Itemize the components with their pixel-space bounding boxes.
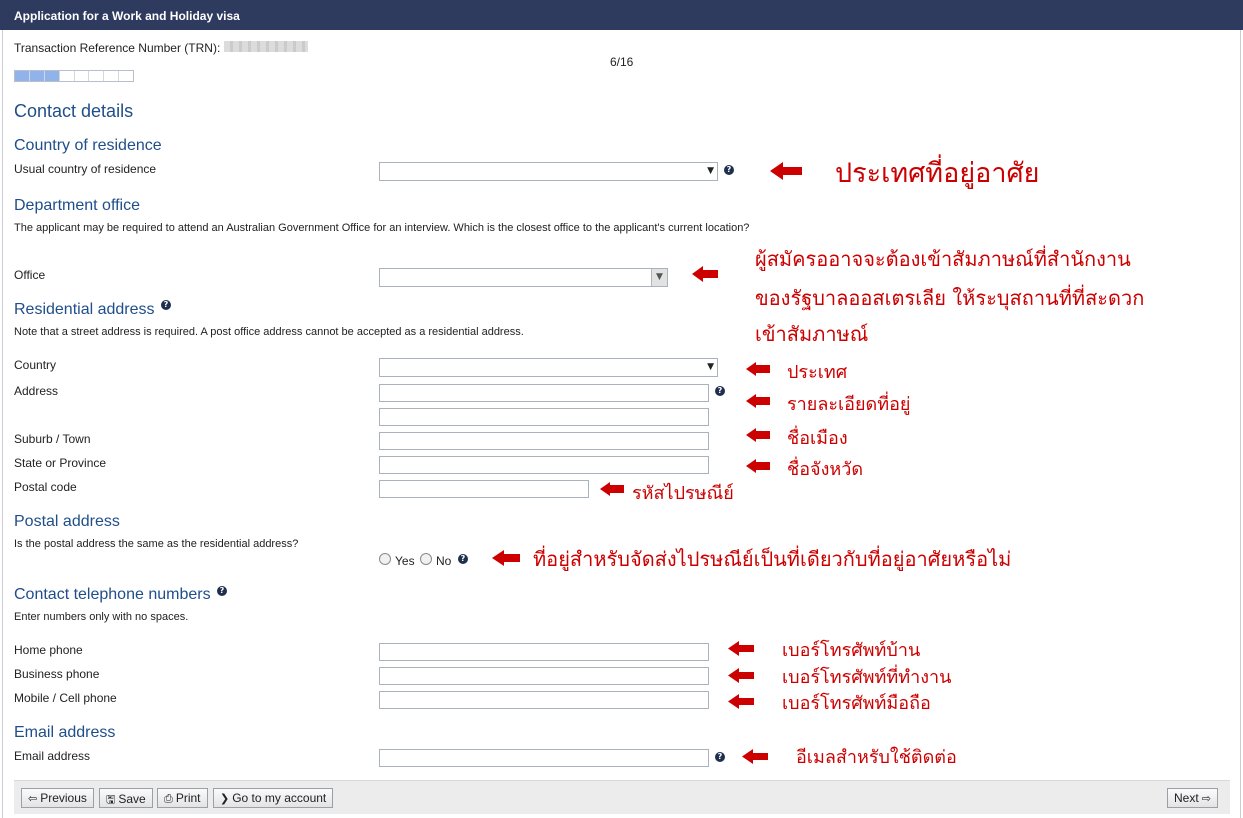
annotation-arrow-icon	[746, 459, 770, 473]
email-label: Email address	[14, 749, 91, 763]
postal-code-label: Postal code	[14, 480, 77, 494]
chevron-down-icon: ▼	[707, 166, 714, 176]
mobile-phone-input[interactable]	[379, 691, 709, 709]
help-icon[interactable]: ?	[715, 386, 725, 396]
no-label: No	[436, 554, 452, 568]
annotation-office-line-2: ของรัฐบาลออสเตรเลีย ให้ระบุสถานที่ที่สะด…	[755, 286, 1145, 310]
chevron-right-icon: ❯	[220, 792, 230, 805]
email-input[interactable]	[379, 749, 709, 767]
annotation-arrow-icon	[728, 694, 754, 709]
telephone-note: Enter numbers only with no spaces.	[14, 611, 189, 623]
residential-address-note: Note that a street address is required. …	[14, 326, 524, 338]
annotation-arrow-icon	[746, 428, 770, 442]
next-button[interactable]: Next ⇨	[1167, 788, 1218, 808]
progress-text: 6/16	[610, 55, 634, 69]
bottom-toolbar: ⇦ Previous 🖫 Save ⎙ Print ❯ Go to my account…	[14, 780, 1230, 814]
save-button[interactable]: 🖫 Save	[99, 788, 153, 808]
help-icon[interactable]: ?	[161, 300, 171, 310]
section-heading-postal-address: Postal address	[14, 513, 120, 530]
annotation-office-line-1: ผู้สมัครออาจจะต้องเข้าสัมภาษณ์ที่สำนักงา…	[755, 247, 1131, 271]
annotation-arrow-icon	[746, 394, 770, 408]
postal-same-yes-radio[interactable]	[379, 553, 391, 565]
help-icon[interactable]: ?	[724, 165, 734, 175]
section-heading-telephone: Contact telephone numbers	[14, 586, 211, 603]
annotation-postal-same: ที่อยู่สำหรับจัดส่งไปรษณีย์เป็นที่เดียวก…	[533, 547, 1012, 571]
progress-segment	[29, 71, 45, 81]
window-title: Application for a Work and Holiday visa	[0, 0, 1243, 30]
progress-segment	[75, 71, 90, 81]
annotation-arrow-icon	[692, 266, 718, 282]
progress-segment	[15, 71, 30, 81]
progress-segment	[104, 71, 120, 81]
mobile-phone-label: Mobile / Cell phone	[14, 691, 117, 705]
section-heading-department-office: Department office	[14, 197, 140, 214]
progress-segment	[44, 71, 60, 81]
business-phone-input[interactable]	[379, 667, 709, 685]
annotation-arrow-icon	[742, 749, 768, 764]
section-heading-country-of-residence: Country of residence	[14, 137, 162, 154]
address-line-1-input[interactable]	[379, 384, 709, 402]
suburb-input[interactable]	[379, 432, 709, 450]
go-to-account-button[interactable]: ❯ Go to my account	[213, 788, 334, 808]
previous-button[interactable]: ⇦ Previous	[21, 788, 94, 808]
annotation-arrow-icon	[600, 482, 624, 496]
postal-code-input[interactable]	[379, 480, 589, 498]
yes-label: Yes	[395, 554, 415, 568]
arrow-right-icon: ⇨	[1201, 792, 1211, 805]
annotation-postal-code: รหัสไปรษณีย์	[632, 483, 734, 504]
annotation-address: รายละเอียดที่อยู่	[787, 394, 911, 415]
annotation-home-phone: เบอร์โทรศัพท์บ้าน	[782, 640, 921, 661]
printer-icon: ⎙	[164, 792, 173, 805]
section-heading-email: Email address	[14, 724, 116, 741]
office-select[interactable]: ▼	[379, 268, 668, 287]
annotation-arrow-icon	[746, 362, 770, 376]
annotation-office-line-3: เข้าสัมภาษณ์	[755, 322, 869, 346]
annotation-arrow-icon	[728, 641, 754, 656]
annotation-country: ประเทศ	[787, 362, 848, 383]
address-label: Address	[14, 384, 59, 398]
progress-segment	[89, 71, 105, 81]
state-label: State or Province	[14, 456, 107, 470]
print-button[interactable]: ⎙ Print	[157, 788, 208, 808]
usual-country-label: Usual country of residence	[14, 162, 157, 176]
help-icon[interactable]: ?	[715, 752, 725, 762]
arrow-left-icon: ⇦	[28, 792, 38, 805]
suburb-label: Suburb / Town	[14, 432, 91, 446]
home-phone-label: Home phone	[14, 643, 83, 657]
annotation-mobile-phone: เบอร์โทรศัพท์มือถือ	[782, 693, 931, 714]
annotation-business-phone: เบอร์โทรศัพท์ที่ทำงาน	[782, 667, 952, 688]
floppy-disk-icon: 🖫	[106, 793, 116, 806]
chevron-down-icon: ▼	[707, 362, 714, 372]
chevron-down-icon: ▼	[651, 269, 667, 286]
progress-segment	[60, 71, 75, 81]
progress-segment	[119, 71, 133, 81]
postal-same-no-radio[interactable]	[420, 553, 432, 565]
address-line-2-input[interactable]	[379, 408, 709, 426]
state-input[interactable]	[379, 456, 709, 474]
business-phone-label: Business phone	[14, 667, 100, 681]
help-icon[interactable]: ?	[458, 554, 468, 564]
annotation-suburb: ชื่อเมือง	[787, 428, 848, 449]
office-label: Office	[14, 268, 46, 282]
page-title: Contact details	[14, 101, 134, 121]
progress-bar	[14, 70, 134, 82]
department-office-note: The applicant may be required to attend …	[14, 222, 750, 234]
country-select[interactable]: ▼	[379, 358, 718, 377]
annotation-state: ชื่อจังหวัด	[787, 459, 864, 480]
section-heading-residential-address: Residential address	[14, 301, 155, 318]
annotation-arrow-icon	[728, 668, 754, 683]
annotation-arrow-icon	[770, 162, 802, 180]
usual-country-select[interactable]: ▼	[379, 162, 718, 181]
country-label: Country	[14, 358, 57, 372]
trn-value-redacted	[224, 41, 308, 52]
home-phone-input[interactable]	[379, 643, 709, 661]
help-icon[interactable]: ?	[217, 586, 227, 596]
annotation-email: อีเมลสำหรับใช้ติดต่อ	[796, 747, 957, 768]
trn-label: Transaction Reference Number (TRN):	[14, 41, 221, 55]
postal-same-question: Is the postal address the same as the re…	[14, 538, 299, 550]
annotation-country-of-residence: ประเทศที่อยู่อาศัย	[835, 158, 1040, 189]
annotation-arrow-icon	[492, 550, 520, 566]
